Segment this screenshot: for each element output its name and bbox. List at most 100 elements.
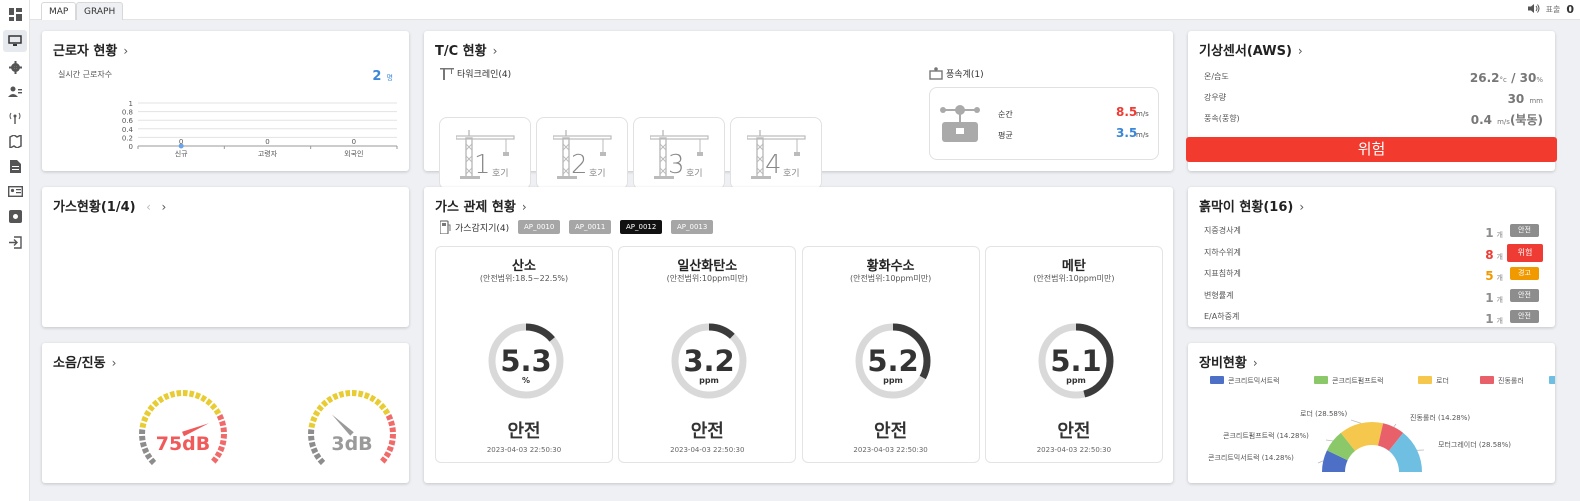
gas-sensor-card[interactable]: 일산화탄소 (안전범위:10ppm미만) 3.2 ppm 안전 2023-04-03 22… — [618, 246, 797, 463]
gauge-tick — [332, 392, 339, 401]
earth-status-badge: 위험 — [1507, 243, 1543, 262]
temp-humidity-value: 26.2°c / 30% — [1469, 71, 1543, 85]
crane-box[interactable]: 3 호기 — [633, 117, 725, 190]
monitor-icon[interactable] — [3, 30, 27, 52]
gas-detector-tag[interactable]: AP_0013 — [671, 220, 714, 234]
rainfall-value: 30 mm — [1507, 92, 1543, 106]
tc-title[interactable]: T/C 현황 › — [435, 40, 497, 59]
tab-graph[interactable]: GRAPH — [76, 2, 124, 20]
chevron-left-icon[interactable]: ‹ — [146, 200, 151, 214]
gauge-tick — [374, 398, 382, 406]
temp-humidity-label: 온/습도 — [1204, 72, 1229, 81]
crane-number: 1 — [474, 150, 491, 180]
y-tick-label: 0.4 — [122, 126, 134, 134]
gauge-tick — [378, 402, 387, 411]
x-tick-label: 신규 — [175, 149, 188, 158]
gauge-tick — [144, 452, 153, 460]
id-card-icon[interactable] — [7, 183, 23, 199]
y-tick-label: 1 — [129, 100, 133, 108]
legend-swatch — [1314, 376, 1328, 384]
data-label: 0 — [352, 138, 356, 146]
data-label: 0 — [265, 138, 269, 146]
crane-box[interactable]: 4 호기 — [730, 117, 822, 190]
document-icon[interactable] — [7, 158, 23, 174]
gauge-tick — [209, 402, 218, 411]
map-icon[interactable] — [7, 133, 23, 149]
tab-map[interactable]: MAP — [41, 2, 77, 20]
gauge-tick — [389, 427, 396, 433]
gauge-tick — [169, 390, 176, 398]
workers-card: 근로자 현황 › 실시간 근로자수 2 명 1 0.8 0.6 0.4 0.2 0 0 신규 0 고… — [42, 31, 409, 171]
legend-label: 로더 — [1436, 376, 1449, 385]
gauge-tick — [308, 435, 315, 441]
antenna-icon[interactable] — [7, 109, 23, 125]
gauge-tick — [382, 408, 391, 416]
gas-detector-tag[interactable]: AP_0010 — [518, 220, 561, 234]
gauge-tick — [308, 422, 316, 429]
settings-box-icon[interactable] — [7, 208, 23, 224]
crane-box[interactable]: 1 호기 — [439, 117, 531, 190]
gear-icon[interactable] — [7, 59, 23, 75]
gauge-tick — [345, 390, 351, 397]
earth-sensor-label: 지하수위계 — [1204, 247, 1241, 257]
crane-box[interactable]: 2 호기 — [536, 117, 628, 190]
gauge-tick — [148, 457, 157, 466]
gauge-tick — [310, 447, 319, 454]
gas-sensor-card[interactable]: 황화수소 (안전범위:10ppm미만) 5.2 ppm 안전 2023-04-03 22:… — [801, 246, 980, 463]
wind-label: 풍속(풍향) — [1204, 114, 1240, 123]
anemometer-box[interactable]: 순간 8.5 m/s 평균 3.5 m/s — [929, 87, 1159, 160]
average-value: 3.5 — [1116, 126, 1138, 140]
legend-swatch — [1480, 376, 1494, 384]
users-icon[interactable] — [7, 84, 23, 100]
gauge-tick — [157, 395, 165, 404]
gauge-tick — [143, 409, 152, 417]
slice-leader-line — [1325, 439, 1333, 442]
earth-sensor-label: 지표침하계 — [1204, 269, 1241, 278]
crane-section-label: 타워크레인(4) — [440, 67, 511, 80]
gas-detector-tag[interactable]: AP_0012 — [620, 220, 663, 234]
gas-detector-tag[interactable]: AP_0011 — [569, 220, 612, 234]
gas-status-title: 가스현황(1/4) ‹ › — [53, 200, 167, 215]
slice-leader-line — [1317, 460, 1324, 464]
weather-title[interactable]: 기상센서(AWS) › — [1199, 40, 1303, 59]
gauge-tick — [151, 399, 160, 408]
gas-unit: ppm — [883, 376, 903, 385]
gauge-tick — [220, 434, 227, 439]
gauge-tick — [139, 429, 146, 434]
gauge-tick — [389, 434, 396, 439]
y-tick-label: 0 — [129, 143, 133, 151]
noise-card: 소음/진동 › 75dB 3dB — [42, 343, 409, 483]
rainfall-label: 강우량 — [1204, 93, 1227, 102]
gauge-tick — [194, 392, 202, 400]
gas-value: 3.2 — [684, 344, 735, 378]
logout-icon[interactable] — [7, 234, 23, 250]
slice-label: 콘크리트펌프트럭 (14.28%) — [1223, 431, 1309, 440]
gas-unit: ppm — [699, 376, 719, 385]
gauge-tick — [139, 441, 147, 448]
gauge-tick — [214, 451, 223, 459]
dashboard-icon[interactable] — [7, 6, 23, 22]
slice-leader-line — [1393, 423, 1397, 428]
workers-chart: 10.80.60.40.200신규0고령자0외국인 — [122, 100, 398, 158]
sidebar — [0, 0, 30, 501]
gas-sensor-card[interactable]: 메탄 (안전범위:10ppm미만) 5.1 ppm 안전 2023-04-03 22:50… — [984, 246, 1163, 463]
gauge-value: 75dB — [156, 433, 211, 455]
gauge-tick — [383, 451, 392, 459]
gas-control-title[interactable]: 가스 관제 현황 › — [435, 196, 527, 215]
chevron-right-icon[interactable]: › — [161, 200, 166, 214]
chevron-right-icon: › — [492, 44, 498, 58]
average-unit: m/s — [1136, 131, 1149, 139]
gauge-tick — [312, 409, 321, 417]
gauge-tick — [216, 414, 225, 421]
gauge-tick — [363, 392, 371, 400]
weather-alert-banner: 위험 — [1186, 137, 1557, 162]
gauge-tick — [139, 435, 146, 441]
earth-sensor-count: 1개 — [1485, 290, 1503, 305]
speaker-icon[interactable] — [1527, 3, 1540, 16]
gauge-tick — [205, 398, 213, 406]
earth-title[interactable]: 흙막이 현황(16) › — [1199, 196, 1304, 215]
y-tick-label: 0.6 — [122, 117, 134, 125]
gas-sensor-card[interactable]: 산소 (안전범위:18.5~22.5%) 5.3% 안전 2023-04-03 22:5… — [435, 246, 613, 463]
sound-toggle[interactable]: 0 — [1566, 3, 1574, 16]
gauge-tick — [141, 415, 149, 423]
